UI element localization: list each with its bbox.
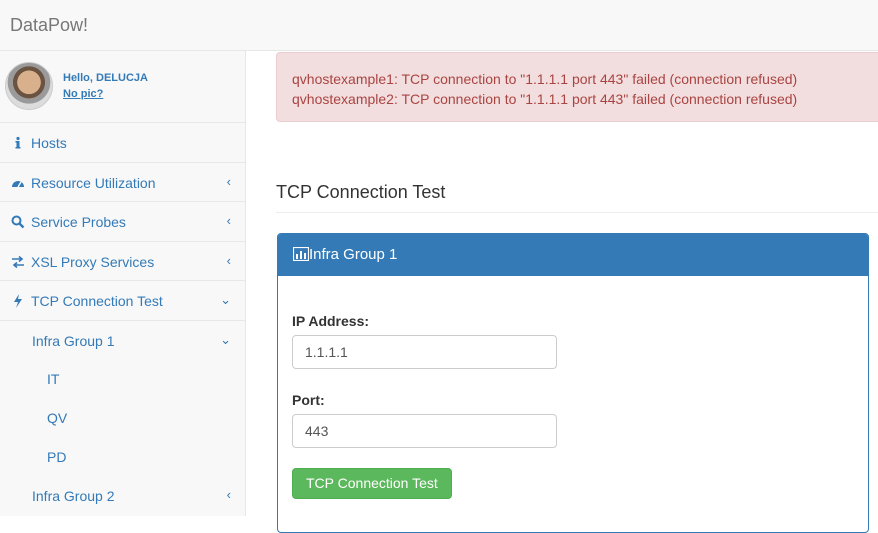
exchange-icon: [12, 255, 24, 268]
dashboard-icon: [12, 180, 24, 187]
page-title: TCP Connection Test: [276, 182, 446, 202]
user-greeting: Hello, DELUCJA: [63, 72, 148, 84]
top-navbar: DataPow!: [0, 0, 878, 51]
alert-line: qvhostexample1: TCP connection to "1.1.1…: [292, 71, 798, 87]
chevron-left-icon: ‹: [226, 252, 231, 268]
port-label: Port:: [292, 392, 325, 408]
sidebar-item-label: QV: [47, 410, 68, 427]
sidebar-item-label: TCP Connection Test: [31, 293, 163, 309]
bar-chart-icon: [293, 247, 309, 261]
info-icon: [15, 136, 21, 149]
sidebar-item-label: Infra Group 1: [32, 332, 115, 349]
chevron-down-icon: ⌄: [220, 292, 231, 307]
chevron-down-icon: ⌄: [220, 331, 231, 347]
tcp-connection-test-button[interactable]: TCP Connection Test: [292, 468, 452, 499]
sidebar-item-label: IT: [47, 371, 60, 388]
brand-logo[interactable]: DataPow!: [10, 15, 88, 36]
sidebar-item-tcp-connection-test[interactable]: TCP Connection Test ⌄: [0, 281, 245, 321]
bolt-icon: [14, 294, 22, 308]
sidebar-item-infra-group-2[interactable]: Infra Group 2 ‹: [0, 476, 245, 515]
sidebar-item-qv[interactable]: QV: [0, 398, 245, 437]
sidebar-item-label: PD: [47, 448, 67, 465]
chevron-left-icon: ‹: [226, 486, 231, 502]
no-pic-link[interactable]: No pic?: [63, 88, 103, 100]
sidebar-item-it[interactable]: IT: [0, 359, 245, 398]
ip-address-label: IP Address:: [292, 313, 370, 329]
sidebar-item-label: XSL Proxy Services: [31, 253, 155, 270]
port-input[interactable]: [292, 414, 557, 448]
chevron-left-icon: ‹: [226, 173, 231, 189]
sidebar-item-hosts[interactable]: Hosts: [0, 123, 245, 163]
sidebar-item-xsl-proxy-services[interactable]: XSL Proxy Services ‹: [0, 242, 245, 281]
panel-title: Infra Group 1: [309, 246, 398, 263]
sidebar-item-service-probes[interactable]: Service Probes ‹: [0, 202, 245, 242]
ip-address-input[interactable]: [292, 335, 557, 369]
chevron-left-icon: ‹: [226, 213, 231, 228]
panel-heading: Infra Group 1: [278, 234, 868, 276]
infra-group-panel: Infra Group 1 IP Address: Port: TCP Conn…: [277, 233, 869, 533]
user-box: Hello, DELUCJA No pic?: [0, 51, 245, 123]
sidebar-item-label: Hosts: [31, 135, 67, 151]
sidebar: Hello, DELUCJA No pic? Hosts Resource Ut…: [0, 51, 246, 516]
page-header: TCP Connection Test: [276, 182, 878, 213]
sidebar-item-label: Infra Group 2: [32, 487, 115, 504]
avatar: [5, 62, 53, 110]
sidebar-item-label: Service Probes: [31, 214, 126, 230]
alert-line: qvhostexample2: TCP connection to "1.1.1…: [292, 91, 798, 107]
search-icon: [11, 215, 25, 229]
sidebar-item-infra-group-1[interactable]: Infra Group 1 ⌄: [0, 321, 245, 360]
sidebar-item-pd[interactable]: PD: [0, 437, 245, 476]
sidebar-item-label: Resource Utilization: [31, 174, 156, 191]
sidebar-item-resource-utilization[interactable]: Resource Utilization ‹: [0, 163, 245, 202]
error-alert: qvhostexample1: TCP connection to "1.1.1…: [276, 52, 878, 122]
